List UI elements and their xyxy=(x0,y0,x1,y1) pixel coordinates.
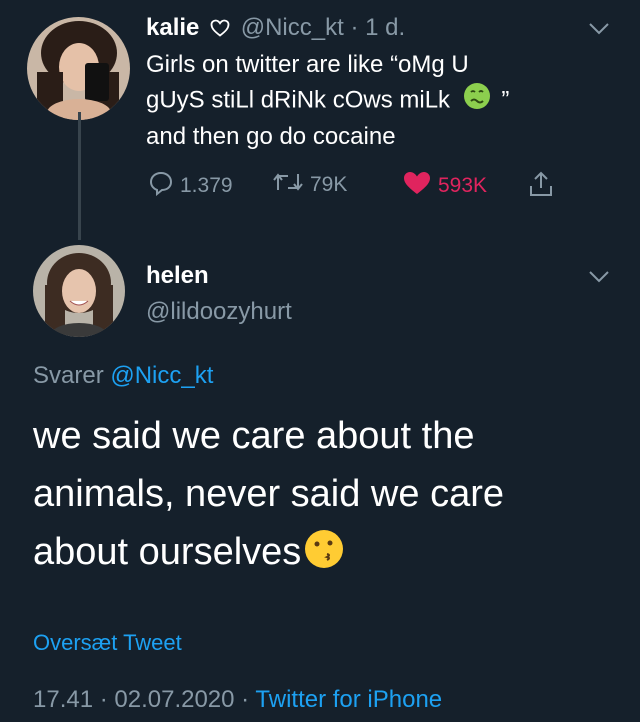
kissing-face-emoji xyxy=(303,528,345,587)
reply-icon xyxy=(148,170,174,202)
separator: · xyxy=(350,14,359,41)
tweet-text: Girls on twitter are like “oMg U gUyS st… xyxy=(146,48,509,154)
tweet-header: kalie @Nicc_kt · 1 d. xyxy=(146,14,405,44)
retweet-count: 79K xyxy=(310,173,348,196)
handle[interactable]: @Nicc_kt xyxy=(241,14,344,41)
share-action[interactable] xyxy=(528,170,554,204)
reply-text: we said we care about the animals, never… xyxy=(33,407,504,587)
reply-text-line: animals, never said we care xyxy=(33,473,504,515)
tweet-source[interactable]: Twitter for iPhone xyxy=(255,686,442,713)
replying-to-handle[interactable]: @Nicc_kt xyxy=(110,362,213,389)
replying-prefix: Svarer xyxy=(33,362,104,389)
share-icon xyxy=(528,170,554,204)
avatar-kalie[interactable] xyxy=(27,17,130,120)
heart-filled-icon xyxy=(402,170,432,202)
thread-line xyxy=(78,112,81,240)
display-name[interactable]: kalie xyxy=(146,14,199,41)
reply-display-name[interactable]: helen xyxy=(146,262,209,290)
tweet-text-span: gUyS stiLl dRiNk cOws miLk xyxy=(146,86,451,114)
tweet-text-span: ” xyxy=(501,86,510,114)
tweet-text-line: Girls on twitter are like “oMg U xyxy=(146,51,469,78)
tweet-text-line: and then go do cocaine xyxy=(146,123,396,150)
like-action[interactable]: 593K xyxy=(402,170,487,202)
tweet-time[interactable]: 1 d. xyxy=(365,14,405,41)
tweet-meta: 17.41 · 02.07.2020 · Twitter for iPhone xyxy=(33,686,442,714)
reply-text-span: about ourselves xyxy=(33,531,302,573)
tweet-text-line: gUyS stiLl dRiNk cOws miLk ” xyxy=(146,82,509,120)
replying-to: Svarer @Nicc_kt xyxy=(33,362,213,390)
tweet-timestamp[interactable]: 17.41 · 02.07.2020 · xyxy=(33,686,249,713)
heart-outline-icon xyxy=(210,16,230,44)
nauseated-face-emoji xyxy=(463,82,491,120)
reply-text-line: we said we care about the xyxy=(33,415,475,457)
reply-text-line: about ourselves xyxy=(33,523,504,587)
retweet-action[interactable]: 79K xyxy=(272,170,347,200)
chevron-down-icon[interactable] xyxy=(588,270,610,289)
like-count: 593K xyxy=(438,174,488,197)
translate-tweet-link[interactable]: Oversæt Tweet xyxy=(33,630,182,656)
chevron-down-icon[interactable] xyxy=(588,22,610,41)
reply-handle[interactable]: @lildoozyhurt xyxy=(146,298,292,326)
reply-action[interactable]: 1.379 xyxy=(148,170,233,202)
avatar-helen[interactable] xyxy=(33,245,125,337)
reply-count: 1.379 xyxy=(180,174,233,197)
retweet-icon xyxy=(272,170,304,200)
